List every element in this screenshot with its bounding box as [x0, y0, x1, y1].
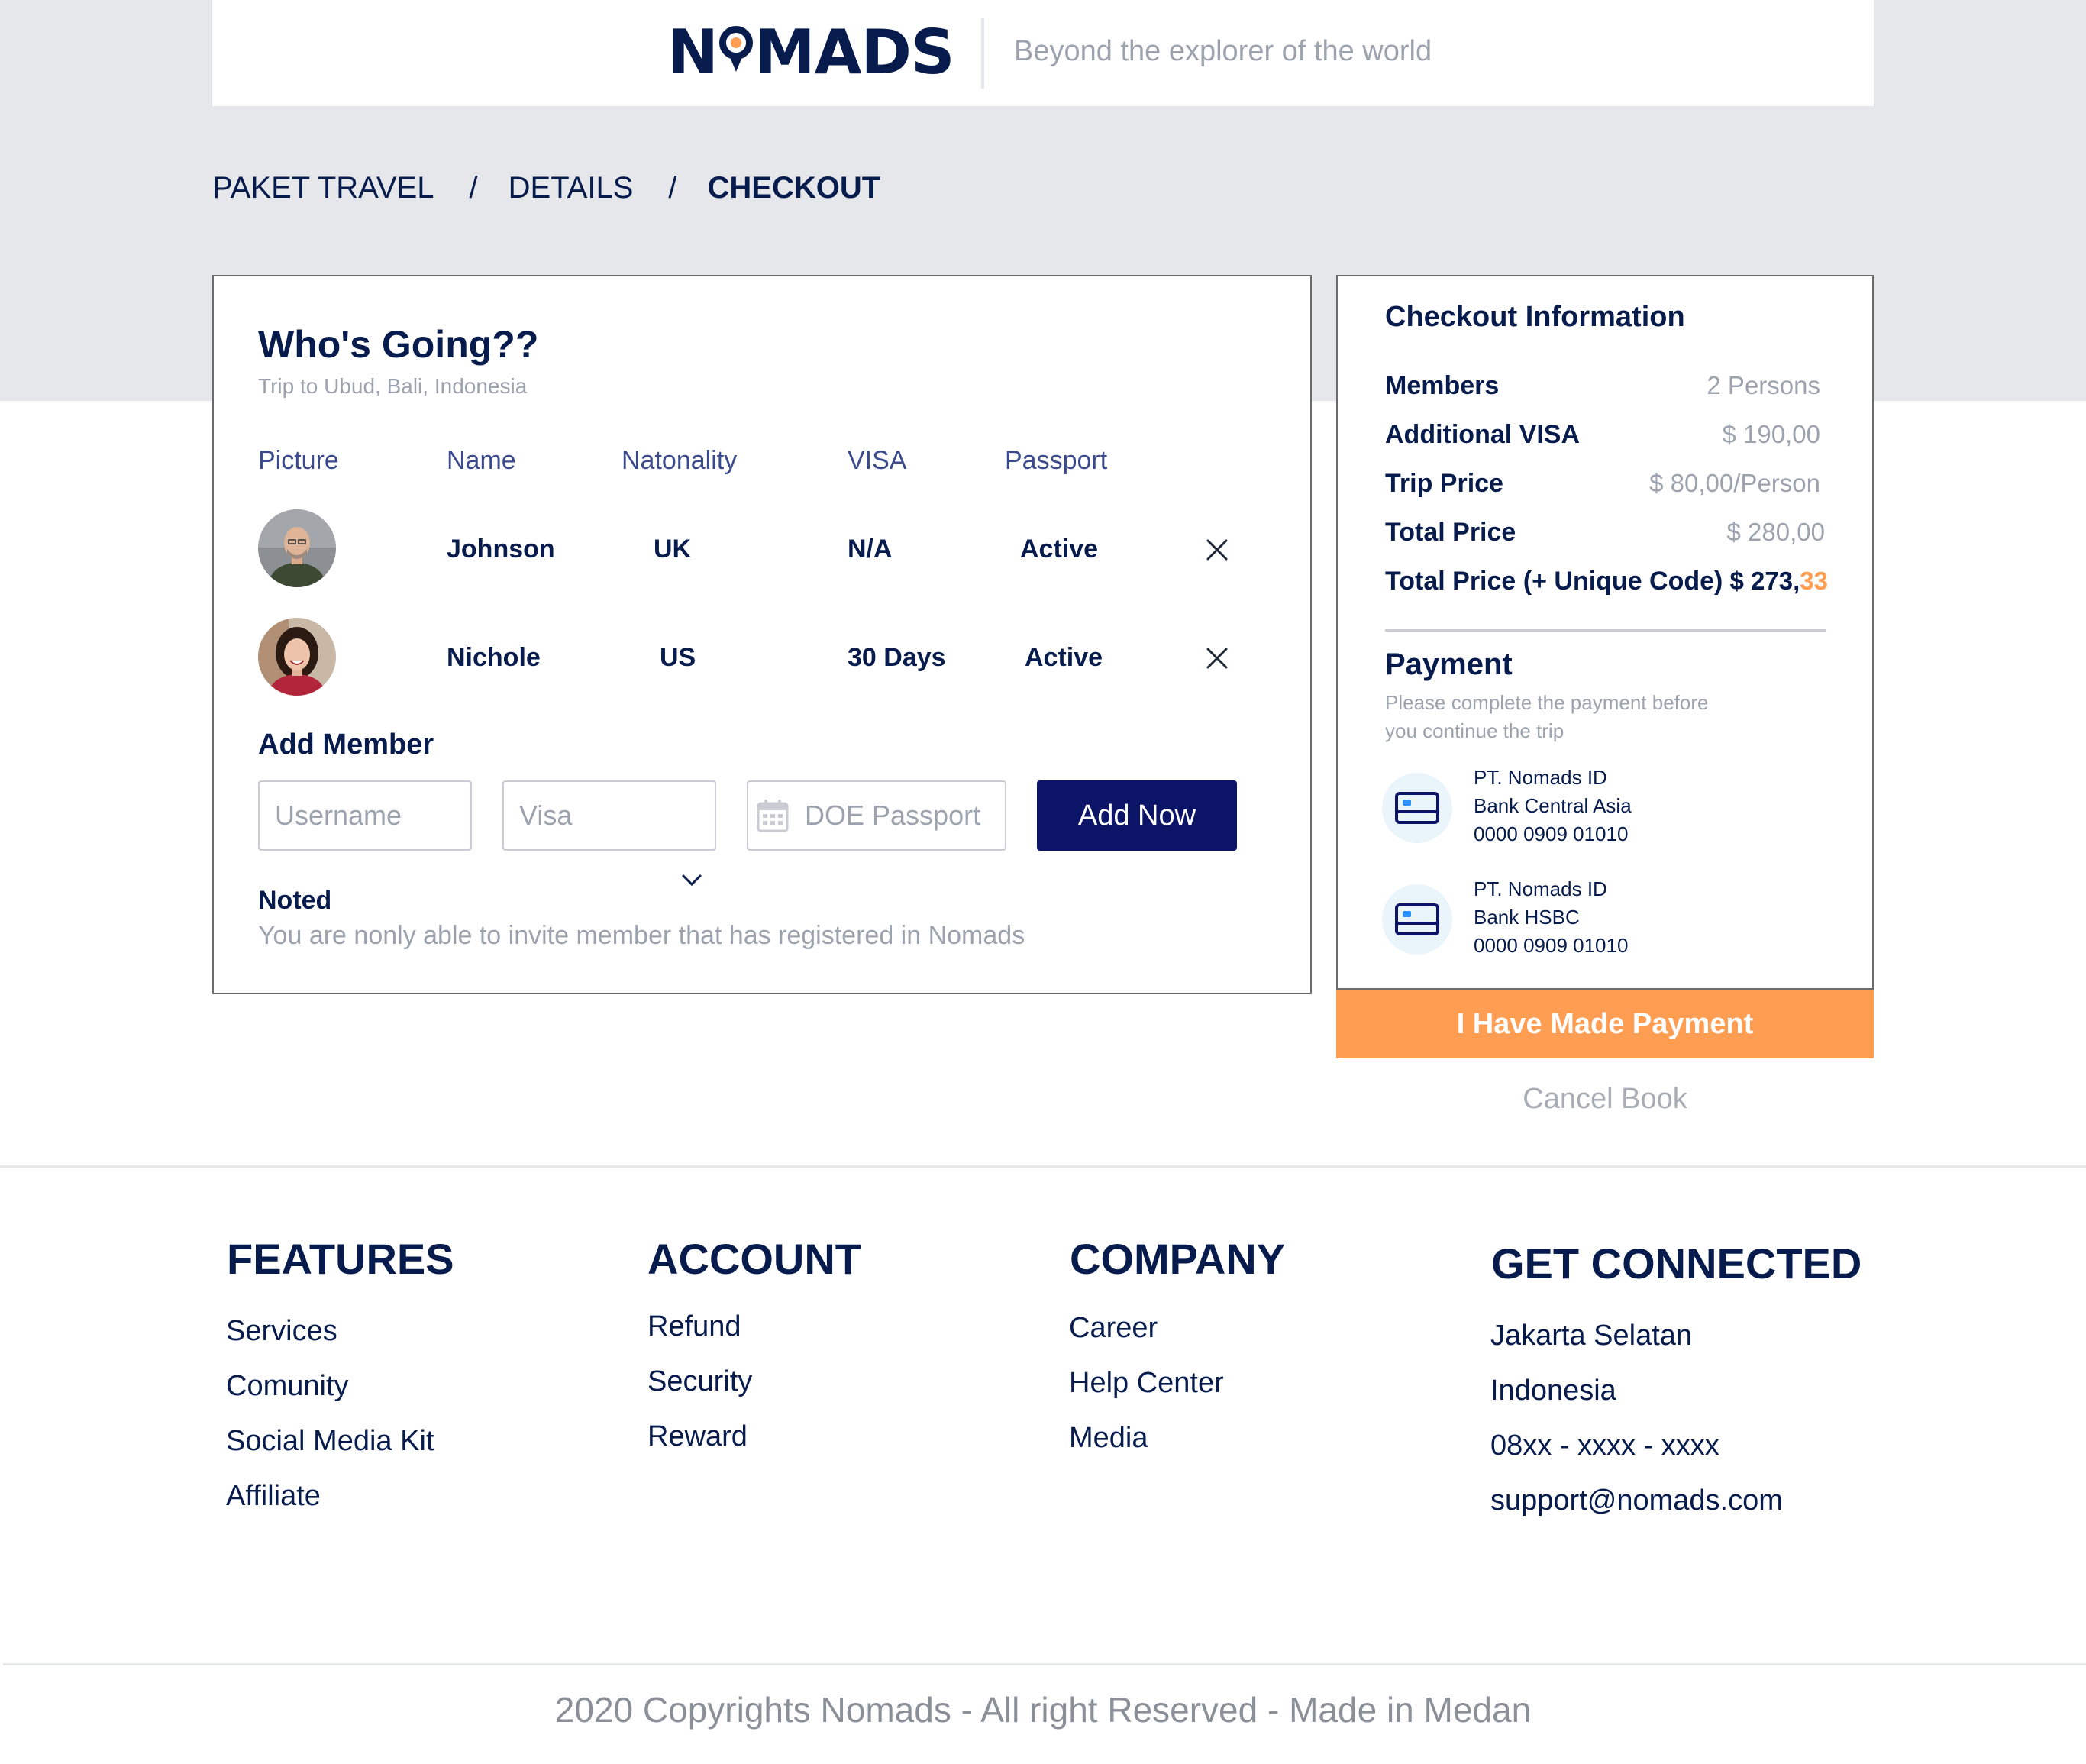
checkout-value-total: $ 280,00 [1726, 518, 1825, 546]
member-name: Nichole [447, 643, 541, 672]
tagline: Beyond the explorer of the world [1014, 35, 1432, 67]
footer-heading-get-connected: GET CONNECTED [1491, 1239, 1862, 1287]
payment-description: Please complete the payment before you c… [1385, 691, 1709, 742]
noted-title: Noted [258, 886, 332, 915]
checkout-value-trip-price: $ 80,00/Person [1649, 469, 1820, 497]
payment-title: Payment [1385, 648, 1513, 681]
bank-account-hsbc: PT. Nomads ID Bank HSBC 0000 0909 01010 [1474, 877, 1629, 957]
credit-card-icon [1382, 884, 1452, 955]
checkout-label-unique-total: Total Price (+ Unique Code) [1385, 567, 1723, 596]
footer-link-social-media-kit[interactable]: Social Media Kit [226, 1425, 434, 1458]
visa-input[interactable]: Visa [502, 780, 716, 851]
copyright-divider [3, 1663, 2086, 1665]
trip-subtitle: Trip to Ubud, Bali, Indonesia [258, 374, 528, 398]
noted-description: You are nonly able to invite member that… [258, 921, 1025, 950]
map-pin-icon [718, 26, 753, 75]
cancel-book-link[interactable]: Cancel Book [1336, 1083, 1874, 1116]
breadcrumb-checkout: CHECKOUT [707, 171, 881, 205]
checkout-card: Checkout Information Members 2 Persons A… [1336, 275, 1874, 990]
header: N MADS Beyond the explorer of the world [212, 0, 1874, 106]
footer-email-link[interactable]: support@nomads.com [1490, 1485, 1783, 1517]
footer-link-media[interactable]: Media [1069, 1422, 1148, 1455]
footer-link-services[interactable]: Services [226, 1315, 337, 1348]
footer-address-country: Indonesia [1490, 1375, 1616, 1407]
member-name: Johnson [447, 535, 555, 564]
column-header-passport: Passport [1005, 446, 1108, 475]
footer-link-help-center[interactable]: Help Center [1069, 1367, 1224, 1400]
header-divider [981, 18, 984, 89]
credit-card-icon [1382, 773, 1452, 843]
footer-link-refund[interactable]: Refund [647, 1310, 741, 1343]
checkout-title: Checkout Information [1385, 301, 1685, 333]
checkout-label-visa: Additional VISA [1385, 420, 1580, 449]
nomads-logo[interactable]: N MADS [667, 17, 954, 88]
footer-link-security[interactable]: Security [647, 1365, 752, 1398]
unique-code: 33 [1800, 567, 1828, 595]
footer-heading-features: FEATURES [227, 1235, 454, 1283]
footer-address-city: Jakarta Selatan [1490, 1320, 1693, 1352]
member-passport: Active [1020, 535, 1099, 564]
members-card: Who's Going?? Trip to Ubud, Bali, Indone… [212, 275, 1312, 994]
breadcrumb-separator: / [668, 171, 677, 205]
avatar-johnson [258, 509, 336, 587]
made-payment-button[interactable]: I Have Made Payment [1336, 990, 1874, 1058]
breadcrumb: PAKET TRAVEL / DETAILS / CHECKOUT [212, 171, 880, 205]
footer-heading-account: ACCOUNT [647, 1235, 861, 1283]
close-icon[interactable] [1202, 643, 1232, 674]
column-header-picture: Picture [258, 446, 339, 475]
add-now-button[interactable]: Add Now [1037, 780, 1237, 851]
column-header-nationality: Natonality [622, 446, 738, 475]
footer-phone: 08xx - xxxx - xxxx [1490, 1430, 1719, 1462]
username-input[interactable]: Username [258, 780, 472, 851]
chevron-down-icon[interactable] [681, 874, 702, 887]
footer-divider [0, 1165, 2086, 1168]
breadcrumb-separator: / [469, 171, 478, 205]
bank-account-bca: PT. Nomads ID Bank Central Asia 0000 090… [1474, 766, 1632, 845]
footer-heading-company: COMPANY [1070, 1235, 1286, 1283]
column-header-visa: VISA [848, 446, 907, 475]
close-icon[interactable] [1202, 535, 1232, 565]
member-nationality: UK [654, 535, 692, 564]
avatar-nichole [258, 618, 336, 696]
breadcrumb-details[interactable]: DETAILS [509, 171, 634, 205]
footer-link-career[interactable]: Career [1069, 1312, 1158, 1345]
footer-link-affiliate[interactable]: Affiliate [226, 1480, 321, 1513]
doe-passport-input[interactable]: DOE Passport [747, 780, 1006, 851]
breadcrumb-paket-travel[interactable]: PAKET TRAVEL [212, 171, 434, 205]
member-nationality: US [660, 643, 696, 672]
checkout-divider [1385, 629, 1826, 632]
column-header-name: Name [447, 446, 516, 475]
checkout-label-members: Members [1385, 371, 1500, 400]
checkout-label-trip-price: Trip Price [1385, 469, 1503, 498]
member-visa: N/A [848, 535, 893, 564]
footer-link-comunity[interactable]: Comunity [226, 1370, 349, 1403]
add-member-title: Add Member [258, 729, 434, 761]
copyright-text: 2020 Copyrights Nomads - All right Reser… [554, 1690, 1532, 1730]
calendar-icon [757, 800, 789, 832]
member-passport: Active [1025, 643, 1103, 672]
checkout-value-members: 2 Persons [1707, 371, 1820, 399]
checkout-value-unique-total: $ 273,33 [1729, 567, 1828, 595]
member-visa: 30 Days [848, 643, 946, 672]
members-title: Who's Going?? [258, 323, 539, 366]
checkout-label-total: Total Price [1385, 518, 1516, 547]
checkout-value-visa: $ 190,00 [1722, 420, 1820, 448]
footer-link-reward[interactable]: Reward [647, 1420, 748, 1453]
